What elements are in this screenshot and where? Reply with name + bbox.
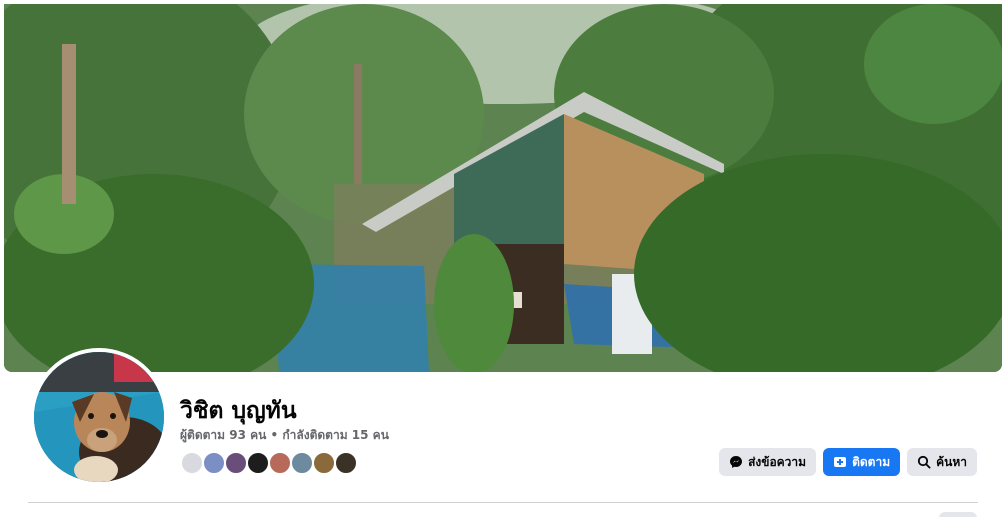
follower-avatar[interactable]	[180, 451, 204, 475]
follower-avatar[interactable]	[290, 451, 314, 475]
more-options-button[interactable]	[939, 512, 977, 517]
message-button-label: ส่งข้อความ	[748, 454, 807, 469]
profile-avatar[interactable]	[30, 348, 168, 486]
profile-name: วิชิต บุญทัน	[180, 398, 297, 424]
follower-avatar[interactable]	[224, 451, 248, 475]
follow-button-label: ติดตาม	[852, 454, 891, 469]
follower-avatar[interactable]	[334, 451, 358, 475]
follower-avatars	[180, 451, 358, 475]
message-button[interactable]: ส่งข้อความ	[719, 448, 817, 476]
cover-photo[interactable]	[4, 4, 1002, 372]
messenger-icon	[729, 455, 743, 469]
follower-avatar[interactable]	[312, 451, 336, 475]
search-button-label: ค้นหา	[936, 454, 967, 469]
search-button[interactable]: ค้นหา	[907, 448, 977, 476]
header-divider	[28, 502, 978, 503]
follower-avatar[interactable]	[268, 451, 292, 475]
search-icon	[917, 455, 931, 469]
profile-actions: ส่งข้อความ ติดตาม ค้นหา	[719, 448, 977, 476]
follow-icon	[833, 455, 847, 469]
cover-image	[4, 4, 1002, 372]
follower-avatar[interactable]	[202, 451, 226, 475]
dog-photo	[34, 352, 164, 482]
follow-button[interactable]: ติดตาม	[823, 448, 901, 476]
follower-avatar[interactable]	[246, 451, 270, 475]
follow-stats[interactable]: ผู้ติดตาม 93 คน • กำลังติดตาม 15 คน	[180, 426, 389, 445]
